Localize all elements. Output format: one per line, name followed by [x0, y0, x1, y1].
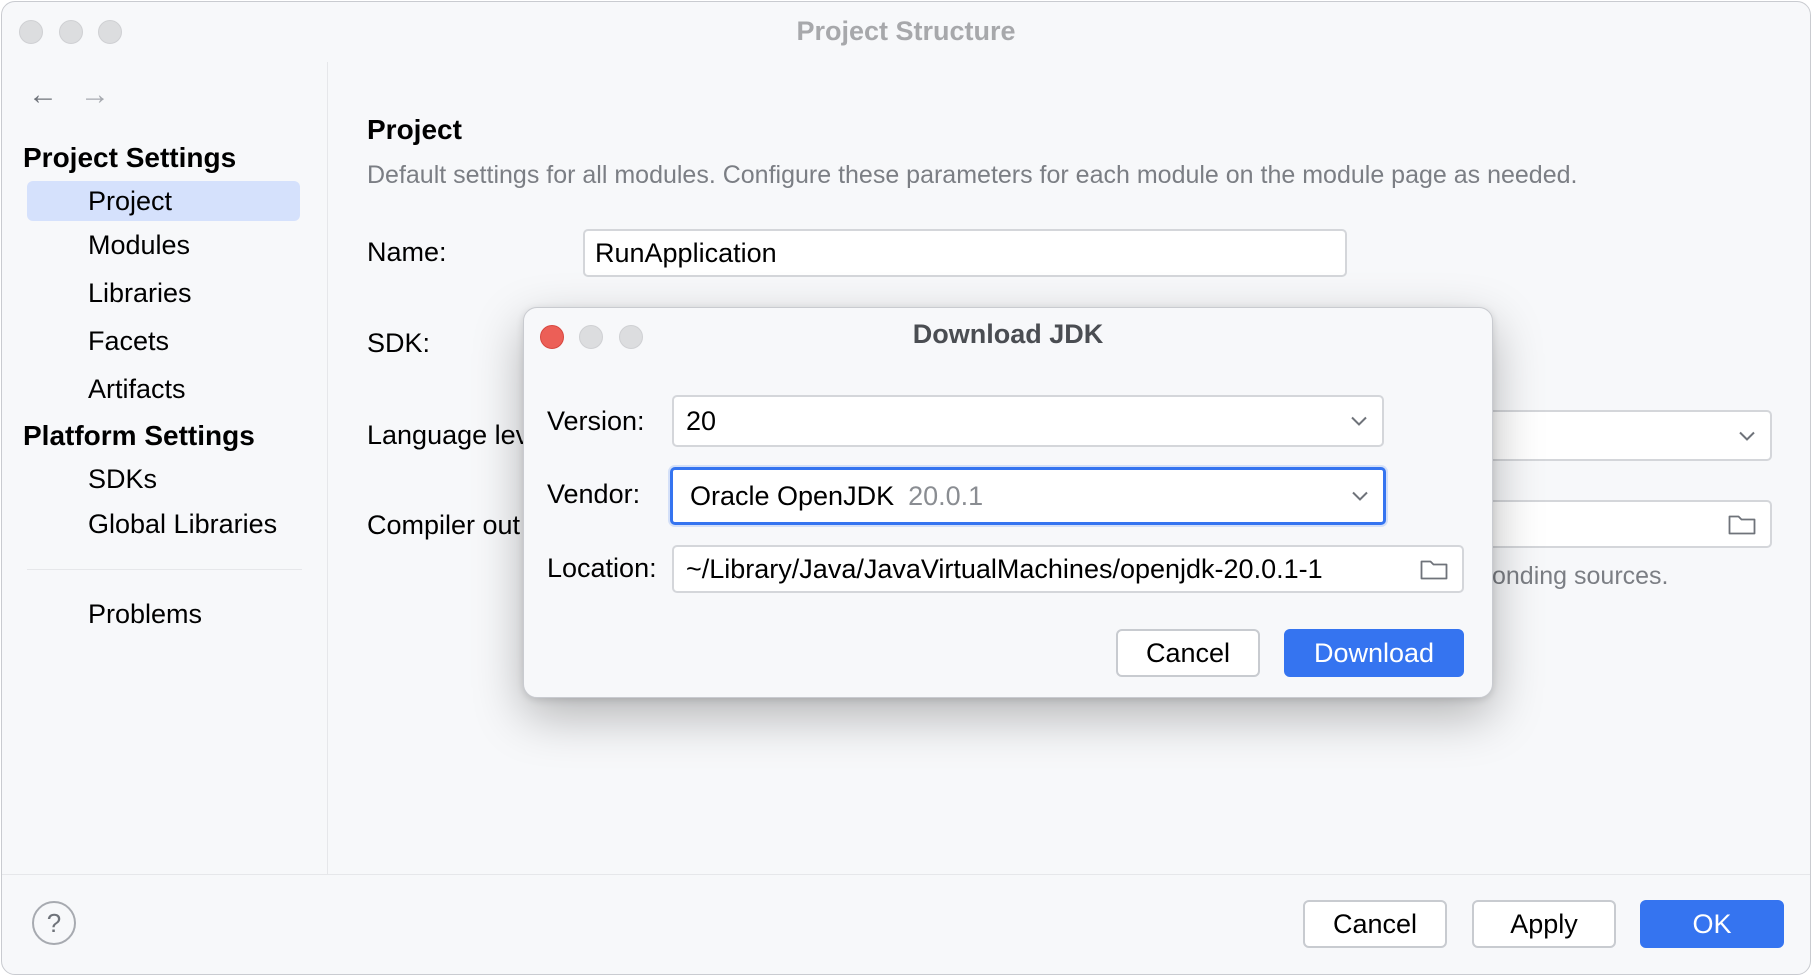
- help-button[interactable]: ?: [32, 901, 76, 945]
- name-label: Name:: [367, 237, 447, 267]
- project-settings-heading: Project Settings: [23, 142, 237, 173]
- apply-button[interactable]: Apply: [1472, 900, 1616, 948]
- language-level-select[interactable]: [1472, 410, 1772, 461]
- vendor-select[interactable]: Oracle OpenJDK 20.0.1: [670, 467, 1386, 525]
- platform-settings-heading: Platform Settings: [23, 420, 255, 451]
- sidebar-item-facets[interactable]: Facets: [27, 321, 300, 361]
- sidebar-item-problems[interactable]: Problems: [27, 594, 300, 634]
- vendor-label: Vendor:: [547, 479, 641, 509]
- location-field[interactable]: ~/Library/Java/JavaVirtualMachines/openj…: [672, 545, 1464, 593]
- back-arrow-icon[interactable]: ←: [28, 80, 58, 110]
- vendor-version: 20.0.1: [908, 481, 984, 511]
- compiler-output-hint: onding sources.: [1492, 562, 1669, 590]
- forward-arrow-icon[interactable]: →: [80, 80, 110, 110]
- folder-icon[interactable]: [1420, 558, 1448, 580]
- cancel-button[interactable]: Cancel: [1303, 900, 1447, 948]
- dialog-cancel-button[interactable]: Cancel: [1116, 629, 1260, 677]
- version-select[interactable]: 20: [672, 395, 1384, 447]
- page-description: Default settings for all modules. Config…: [367, 161, 1578, 189]
- compiler-output-field[interactable]: [1472, 500, 1772, 548]
- location-value: ~/Library/Java/JavaVirtualMachines/openj…: [686, 554, 1323, 584]
- sdk-label: SDK:: [367, 328, 431, 358]
- chevron-down-icon: [1351, 416, 1367, 426]
- footer: ? Cancel Apply OK: [2, 874, 1810, 974]
- sidebar-item-libraries[interactable]: Libraries: [27, 273, 300, 313]
- compiler-output-label: Compiler out: [367, 510, 521, 540]
- page-title: Project: [367, 114, 462, 145]
- ok-button[interactable]: OK: [1640, 900, 1784, 948]
- sidebar-divider: [27, 569, 302, 570]
- chevron-down-icon: [1739, 431, 1755, 441]
- location-label: Location:: [547, 553, 657, 583]
- download-button[interactable]: Download: [1284, 629, 1464, 677]
- dialog-title: Download JDK: [912, 319, 1104, 349]
- window-title: Project Structure: [796, 16, 1016, 46]
- sidebar-item-artifacts[interactable]: Artifacts: [27, 369, 300, 409]
- sidebar-item-modules[interactable]: Modules: [27, 225, 300, 265]
- sidebar-item-project[interactable]: Project: [27, 181, 300, 221]
- folder-icon[interactable]: [1728, 513, 1756, 535]
- name-field[interactable]: RunApplication: [583, 229, 1347, 277]
- vendor-value: Oracle OpenJDK: [690, 481, 895, 511]
- chevron-down-icon: [1352, 491, 1368, 501]
- version-value: 20: [686, 406, 717, 436]
- version-label: Version:: [547, 406, 645, 436]
- language-level-label: Language lev: [367, 420, 530, 450]
- sidebar-item-sdks[interactable]: SDKs: [27, 459, 300, 499]
- download-jdk-dialog: Download JDK Version: 20 Vendor: Oracle …: [523, 307, 1493, 698]
- title-bar: Project Structure: [2, 2, 1810, 62]
- sidebar: ← → Project Settings Project Modules Lib…: [2, 62, 328, 875]
- sidebar-item-global-libraries[interactable]: Global Libraries: [27, 504, 300, 544]
